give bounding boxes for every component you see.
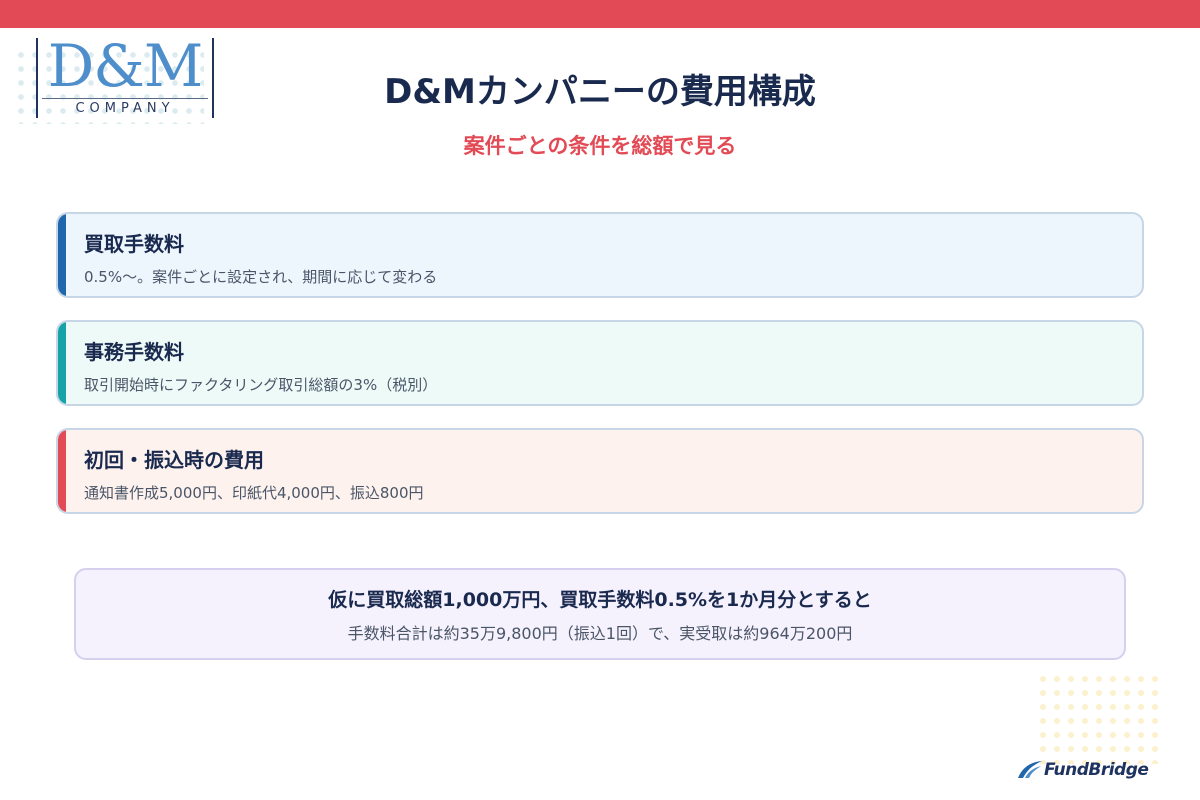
summary-detail: 手数料合計は約35万9,800円（振込1回）で、実受取は約964万200円 (347, 624, 853, 643)
fee-card-purchase: 買取手数料 0.5%〜。案件ごとに設定され、期間に応じて変わる (56, 212, 1144, 298)
logo-main-text: D&M (47, 32, 204, 100)
card-accent-bar (58, 322, 66, 404)
fee-card-title: 買取手数料 (84, 232, 184, 256)
card-accent-bar (58, 430, 66, 512)
fee-card-title: 事務手数料 (84, 340, 184, 364)
brand-name: FundBridge (1044, 760, 1149, 780)
company-logo: D&M COMPANY (36, 34, 214, 118)
card-accent-bar (58, 214, 66, 296)
fee-card-description: 取引開始時にファクタリング取引総額の3%（税別） (84, 376, 438, 394)
fee-card-description: 0.5%〜。案件ごとに設定され、期間に応じて変わる (84, 268, 438, 286)
fee-card-title: 初回・振込時の費用 (84, 448, 264, 472)
page-subtitle: 案件ごとの条件を総額で見る (463, 134, 737, 158)
fee-card-initial-transfer: 初回・振込時の費用 通知書作成5,000円、印紙代4,000円、振込800円 (56, 428, 1144, 514)
fundbridge-wing-icon (1018, 761, 1042, 778)
fundbridge-brand: FundBridge (1016, 756, 1149, 784)
page-title: D&Mカンパニーの費用構成 (384, 72, 816, 112)
decorative-dot-pattern-bottom (1036, 672, 1160, 764)
logo-divider (42, 98, 208, 99)
fee-card-description: 通知書作成5,000円、印紙代4,000円、振込800円 (84, 484, 424, 502)
example-summary-box: 仮に買取総額1,000万円、買取手数料0.5%を1か月分とすると 手数料合計は約… (74, 568, 1126, 660)
fee-card-admin: 事務手数料 取引開始時にファクタリング取引総額の3%（税別） (56, 320, 1144, 406)
summary-headline: 仮に買取総額1,000万円、買取手数料0.5%を1か月分とすると (328, 589, 872, 611)
logo-sub-text: COMPANY (75, 101, 175, 116)
top-accent-bar (0, 0, 1200, 28)
